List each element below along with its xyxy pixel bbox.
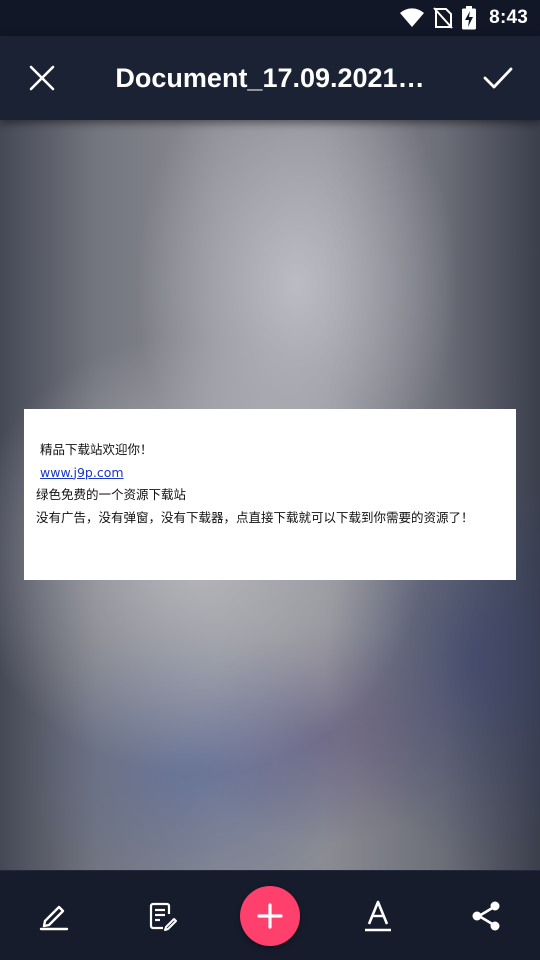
sign-button[interactable] — [9, 871, 99, 960]
document-preview-area: 精品下载站欢迎你！ www.j9p.com 绿色免费的一个资源下载站 没有广告，… — [0, 120, 540, 870]
share-button[interactable] — [441, 871, 531, 960]
status-time: 8:43 — [489, 7, 528, 28]
confirm-button[interactable] — [456, 36, 540, 120]
battery-charging-icon — [462, 6, 477, 30]
text-button[interactable] — [333, 871, 423, 960]
doc-line-description: 绿色免费的一个资源下载站 — [36, 487, 187, 502]
document-title: Document_17.09.2021… — [115, 62, 425, 93]
share-icon — [472, 901, 500, 930]
add-icon — [257, 902, 283, 929]
doc-line-details: 没有广告，没有弹窗，没有下载器，点直接下载就可以下载到你需要的资源了！ — [36, 509, 474, 525]
text-icon — [365, 900, 391, 931]
edit-note-icon — [149, 902, 177, 931]
doc-line-welcome: 精品下载站欢迎你！ — [40, 442, 153, 457]
close-button[interactable] — [0, 36, 84, 120]
close-icon — [29, 65, 55, 91]
edit-button[interactable] — [117, 871, 207, 960]
pen-icon — [39, 905, 69, 930]
doc-line-url: www.j9p.com — [36, 462, 506, 485]
check-icon — [483, 67, 513, 89]
app-bar: Document_17.09.2021… — [0, 36, 540, 120]
wifi-icon — [400, 8, 425, 27]
status-bar: 8:43 — [0, 0, 540, 36]
bottom-toolbar — [0, 870, 540, 960]
add-button-wrap — [225, 871, 315, 960]
document-page: 精品下载站欢迎你！ www.j9p.com 绿色免费的一个资源下载站 没有广告，… — [24, 409, 516, 580]
no-sim-icon — [433, 7, 453, 29]
add-button[interactable] — [240, 885, 300, 946]
doc-link[interactable]: www.j9p.com — [40, 465, 124, 480]
